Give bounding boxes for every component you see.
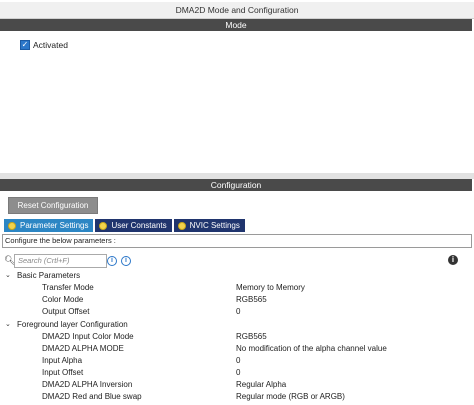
param-row[interactable]: DMA2D ALPHA Inversion Regular Alpha: [0, 379, 470, 391]
param-name: DMA2D ALPHA Inversion: [42, 380, 133, 389]
activated-checkbox-row[interactable]: ✓ Activated: [20, 39, 68, 51]
param-value[interactable]: Regular mode (RGB or ARGB): [236, 391, 345, 403]
status-dot-icon: [8, 221, 16, 230]
activated-label: Activated: [33, 40, 68, 50]
param-value[interactable]: Regular Alpha: [236, 379, 286, 391]
parameters-description: Configure the below parameters :: [2, 234, 472, 248]
param-row[interactable]: Transfer Mode Memory to Memory: [0, 282, 470, 294]
param-value[interactable]: RGB565: [236, 294, 267, 306]
param-name: DMA2D ALPHA MODE: [42, 344, 124, 353]
param-row[interactable]: DMA2D Red and Blue swap Regular mode (RG…: [0, 391, 470, 403]
param-value[interactable]: 0: [236, 355, 240, 367]
param-name: DMA2D Input Color Mode: [42, 332, 134, 341]
param-name: Color Mode: [42, 295, 84, 304]
search-input[interactable]: Search (Crtl+F): [14, 254, 107, 268]
mode-panel: [0, 32, 472, 172]
info-icon[interactable]: i: [121, 256, 131, 266]
expand-caret-icon[interactable]: ⌄: [5, 319, 11, 331]
status-dot-icon: [177, 221, 186, 230]
check-icon: ✓: [21, 40, 29, 49]
param-row[interactable]: Input Offset 0: [0, 367, 470, 379]
param-value[interactable]: 0: [236, 367, 240, 379]
tab-user-constants[interactable]: User Constants: [95, 219, 172, 232]
param-row[interactable]: DMA2D Input Color Mode RGB565: [0, 331, 470, 343]
status-dot-icon: [99, 221, 108, 230]
param-value[interactable]: No modification of the alpha channel val…: [236, 343, 387, 355]
param-row[interactable]: DMA2D ALPHA MODE No modification of the …: [0, 343, 470, 355]
param-name: Input Offset: [42, 368, 84, 377]
info-icon[interactable]: i: [107, 256, 117, 266]
activated-checkbox[interactable]: ✓: [20, 40, 30, 50]
param-value[interactable]: 0: [236, 306, 240, 318]
reset-configuration-button[interactable]: Reset Configuration: [8, 197, 98, 214]
tab-label: User Constants: [111, 221, 167, 230]
param-value[interactable]: Memory to Memory: [236, 282, 305, 294]
param-value[interactable]: RGB565: [236, 331, 267, 343]
expand-caret-icon[interactable]: ⌄: [5, 270, 11, 282]
group-basic-parameters[interactable]: ⌄ Basic Parameters: [0, 270, 470, 282]
group-foreground-layer-configuration[interactable]: ⌄ Foreground layer Configuration: [0, 319, 470, 331]
configuration-header: Configuration: [0, 179, 472, 191]
param-name: Output Offset: [42, 307, 90, 316]
tab-label: Parameter Settings: [20, 221, 89, 230]
group-label: Basic Parameters: [17, 271, 81, 280]
param-row[interactable]: Output Offset 0: [0, 306, 470, 318]
param-name: Transfer Mode: [42, 283, 94, 292]
window-title: DMA2D Mode and Configuration: [0, 2, 474, 19]
param-row[interactable]: Color Mode RGB565: [0, 294, 470, 306]
config-tabs: Parameter Settings User Constants NVIC S…: [4, 219, 247, 232]
info-icon[interactable]: i: [448, 255, 458, 265]
mode-header: Mode: [0, 19, 472, 31]
tab-nvic-settings[interactable]: NVIC Settings: [173, 219, 245, 232]
tab-parameter-settings[interactable]: Parameter Settings: [4, 219, 94, 232]
param-name: DMA2D Red and Blue swap: [42, 392, 142, 401]
group-label: Foreground layer Configuration: [17, 320, 128, 329]
tab-label: NVIC Settings: [189, 221, 240, 230]
param-row[interactable]: Input Alpha 0: [0, 355, 470, 367]
param-name: Input Alpha: [42, 356, 83, 365]
search-toolbar: 🔍︎ Search (Crtl+F) i i i: [4, 254, 470, 268]
